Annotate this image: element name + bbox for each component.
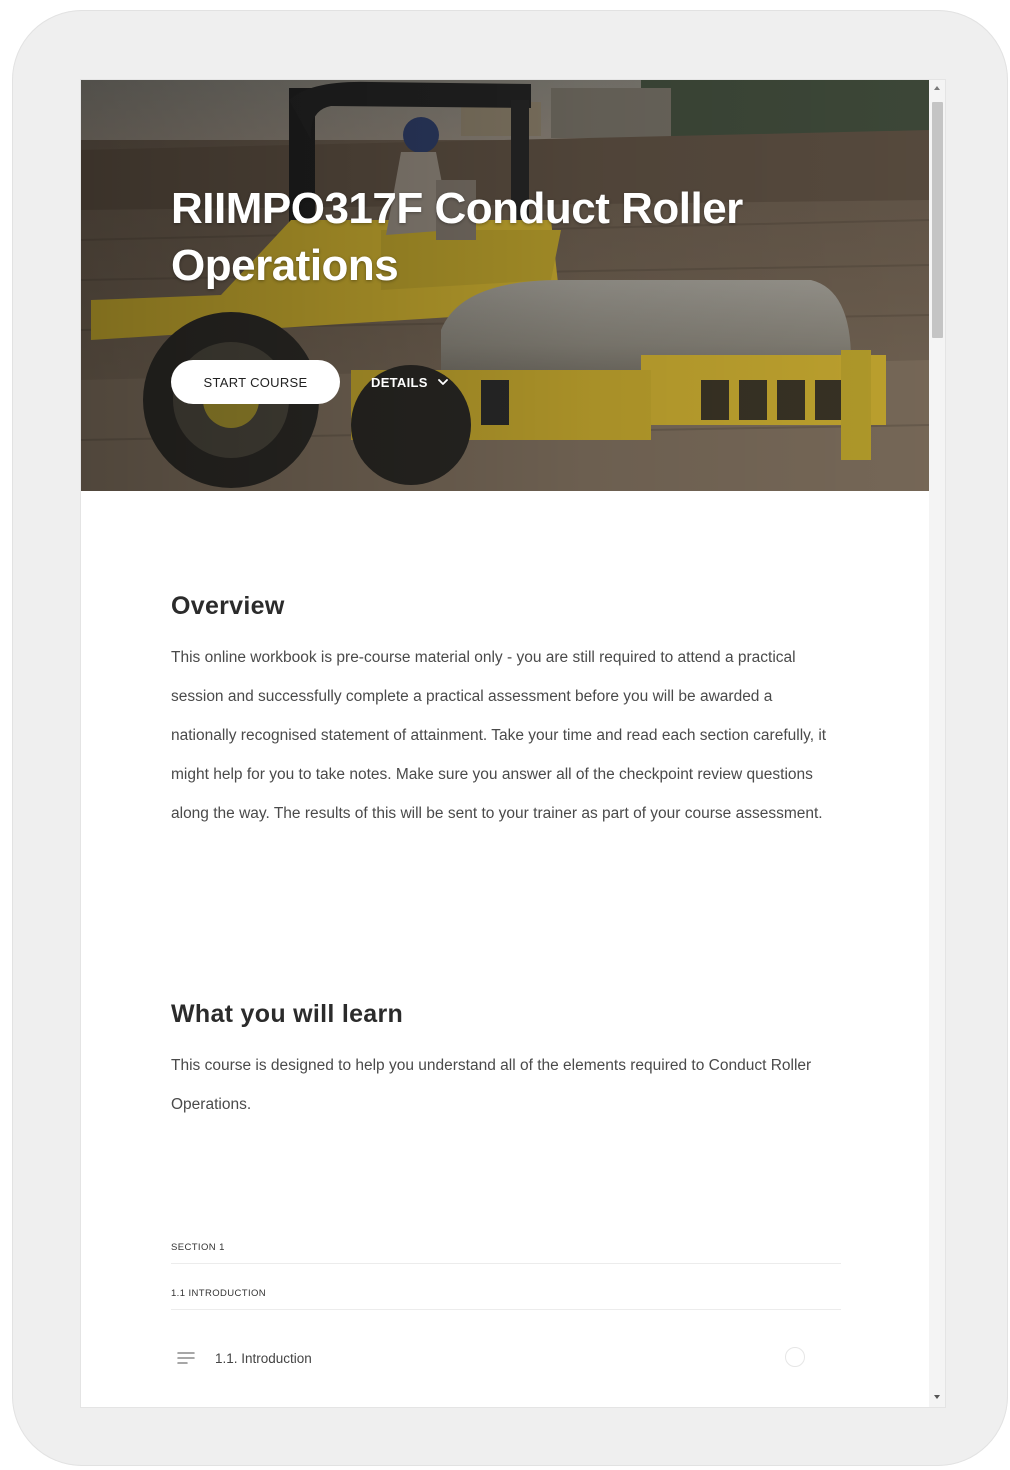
details-toggle[interactable]: DETAILS bbox=[371, 360, 450, 404]
learn-heading: What you will learn bbox=[171, 1000, 404, 1028]
details-label: DETAILS bbox=[371, 374, 428, 390]
lesson-row[interactable]: 1.1. Introduction bbox=[171, 1338, 841, 1378]
scroll-down-arrow-icon[interactable] bbox=[934, 1395, 940, 1399]
overview-heading: Overview bbox=[171, 592, 285, 620]
section-divider bbox=[171, 1263, 841, 1264]
course-screen: RIIMPO317F Conduct Roller Operations STA… bbox=[80, 79, 946, 1408]
learn-text: This course is designed to help you unde… bbox=[171, 1057, 812, 1113]
scrollbar-thumb[interactable] bbox=[932, 102, 943, 338]
chevron-down-icon bbox=[437, 379, 448, 385]
vertical-scrollbar[interactable] bbox=[929, 80, 945, 1407]
subsection-label: 1.1 INTRODUCTION bbox=[171, 1288, 267, 1299]
text-lines-icon bbox=[177, 1352, 195, 1364]
subsection-divider bbox=[171, 1309, 841, 1310]
overview-text: This online workbook is pre-course mater… bbox=[171, 649, 827, 822]
scroll-up-arrow-icon[interactable] bbox=[934, 86, 940, 90]
course-hero-banner: RIIMPO317F Conduct Roller Operations STA… bbox=[81, 80, 929, 491]
start-course-button[interactable]: START COURSE bbox=[171, 360, 340, 404]
lesson-title: 1.1. Introduction bbox=[215, 1350, 312, 1366]
section-label: SECTION 1 bbox=[171, 1242, 225, 1253]
course-title: RIIMPO317F Conduct Roller Operations bbox=[171, 184, 743, 290]
empty-circle-icon bbox=[785, 1347, 805, 1367]
